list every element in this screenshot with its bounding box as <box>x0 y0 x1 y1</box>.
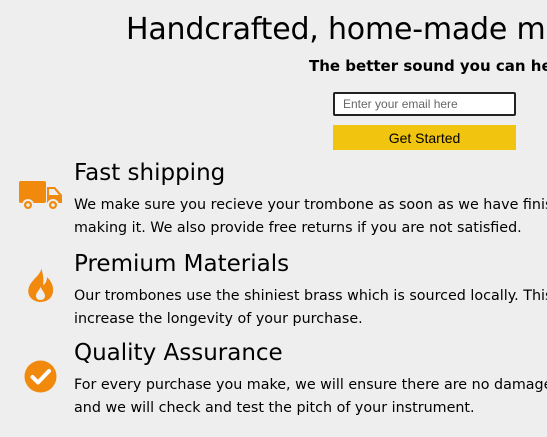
feature-title: Fast shipping <box>74 160 226 186</box>
check-circle-icon <box>24 360 57 393</box>
feature-title: Premium Materials <box>74 251 290 277</box>
email-input[interactable] <box>333 92 516 116</box>
get-started-button[interactable]: Get Started <box>333 125 516 150</box>
fire-icon <box>28 268 54 302</box>
feature-title: Quality Assurance <box>74 340 283 366</box>
truck-icon <box>19 181 62 211</box>
hero-subtitle: The better sound you can hear <box>309 57 547 75</box>
feature-text: We make sure you recieve your trombone a… <box>74 197 547 236</box>
feature-text: For every purchase you make, we will ens… <box>74 377 547 416</box>
hero-title: Handcrafted, home-made masterpieces <box>126 12 547 47</box>
page: Handcrafted, home-made masterpieces The … <box>0 0 547 437</box>
feature-text: Our trombones use the shiniest brass whi… <box>74 288 547 327</box>
